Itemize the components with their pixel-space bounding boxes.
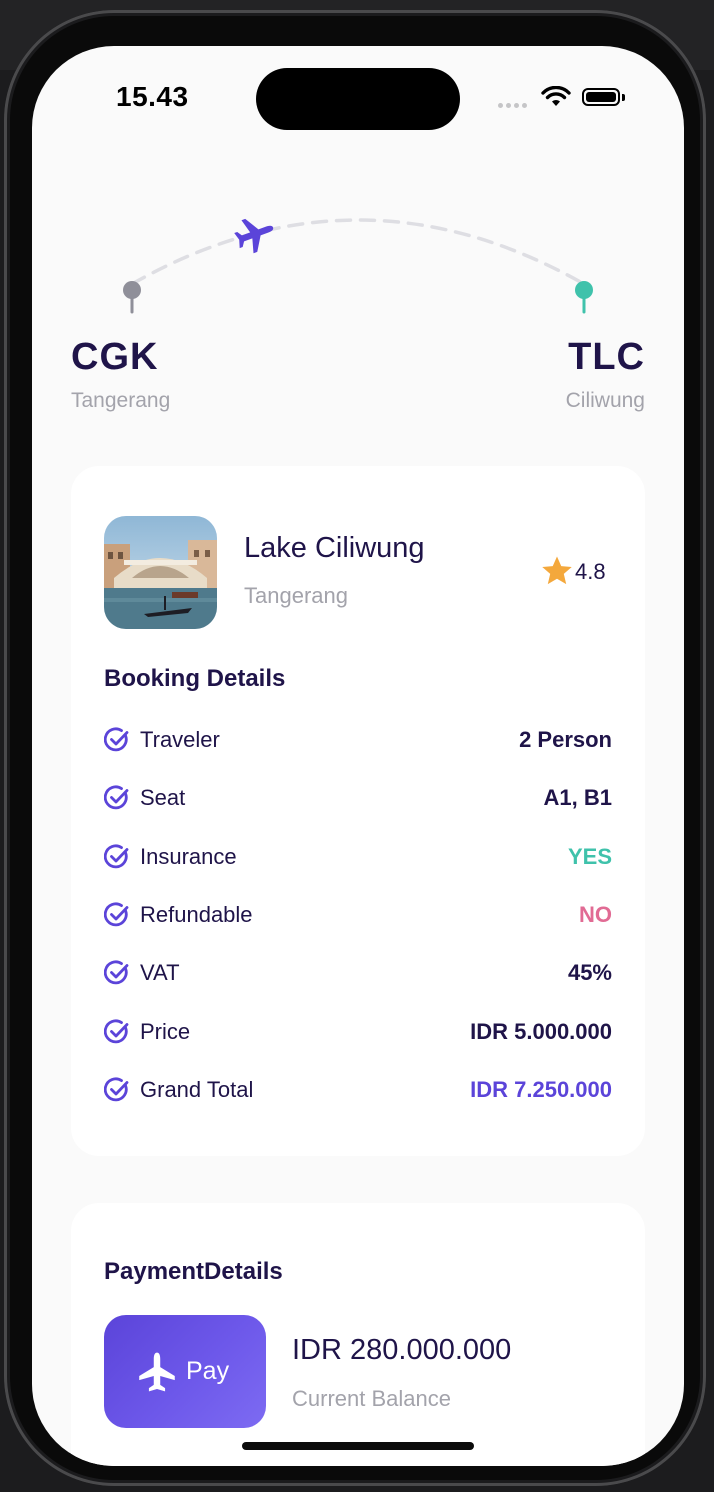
booking-row-value: A1, B1: [543, 785, 612, 811]
check-circle-icon: [104, 902, 129, 927]
booking-row: Seat A1, B1: [104, 783, 612, 813]
check-circle-icon: [104, 785, 129, 810]
destination-name: Lake Ciliwung: [244, 532, 425, 564]
origin-city: Tangerang: [71, 389, 171, 412]
booking-row: Insurance YES: [104, 842, 612, 872]
origin-code: CGK: [71, 336, 159, 378]
booking-row: Grand Total IDR 7.250.000: [104, 1075, 612, 1105]
booking-row: Traveler 2 Person: [104, 725, 612, 755]
booking-row: VAT 45%: [104, 958, 612, 988]
destination-city: Ciliwung: [565, 389, 645, 412]
destination-city-label: Tangerang: [244, 583, 348, 608]
booking-row: Refundable NO: [104, 900, 612, 930]
pay-button[interactable]: Pay: [104, 1315, 266, 1428]
booking-details-title: Booking Details: [104, 665, 286, 692]
payment-card: PaymentDetails Pay IDR 280.000.000 Curre…: [71, 1203, 645, 1466]
rating-value: 4.8: [575, 559, 606, 584]
booking-card: Lake Ciliwung Tangerang 4.8 Booking Deta…: [71, 466, 645, 1156]
booking-row-value: YES: [567, 843, 612, 869]
pay-button-label: Pay: [186, 1357, 230, 1385]
booking-row-label: Seat: [140, 785, 186, 811]
booking-row-label: Refundable: [140, 901, 253, 927]
booking-row: Price IDR 5.000.000: [104, 1017, 612, 1047]
booking-row-label: Traveler: [140, 727, 220, 752]
phone-frame: 15.43 CGK Tangerang TLC Ciliwung Lake Ci…: [4, 10, 706, 1486]
check-circle-icon: [104, 1019, 129, 1043]
check-circle-icon: [104, 844, 129, 868]
booking-row-label: Insurance: [140, 843, 237, 869]
booking-row-label: VAT: [140, 960, 180, 986]
booking-row-value: IDR 5.000.000: [470, 1018, 612, 1044]
booking-row-value: NO: [579, 901, 612, 927]
booking-row-value: 45%: [567, 960, 612, 986]
destination-pin-icon: [575, 281, 593, 314]
flight-route-graphic: [123, 218, 593, 314]
star-icon: [542, 556, 572, 585]
booking-row-value: IDR 7.250.000: [470, 1076, 612, 1102]
booking-row-label: Price: [140, 1018, 191, 1044]
origin-pin-icon: [123, 281, 141, 314]
balance-amount: IDR 280.000.000: [292, 1334, 512, 1366]
check-circle-icon: [104, 960, 129, 985]
screen: 15.43 CGK Tangerang TLC Ciliwung Lake Ci…: [32, 46, 684, 1466]
booking-row-label: Grand Total: [140, 1076, 254, 1102]
balance-label: Current Balance: [292, 1386, 451, 1411]
airplane-icon: [139, 1352, 175, 1392]
payment-details-title: PaymentDetails: [104, 1258, 283, 1285]
home-indicator[interactable]: [242, 1442, 474, 1450]
airplane-icon: [234, 218, 274, 254]
check-circle-icon: [104, 727, 129, 752]
check-circle-icon: [104, 1077, 129, 1102]
destination-thumbnail: [104, 516, 217, 629]
booking-row-value: 2 Person: [519, 727, 612, 752]
destination-code: TLC: [568, 336, 645, 378]
